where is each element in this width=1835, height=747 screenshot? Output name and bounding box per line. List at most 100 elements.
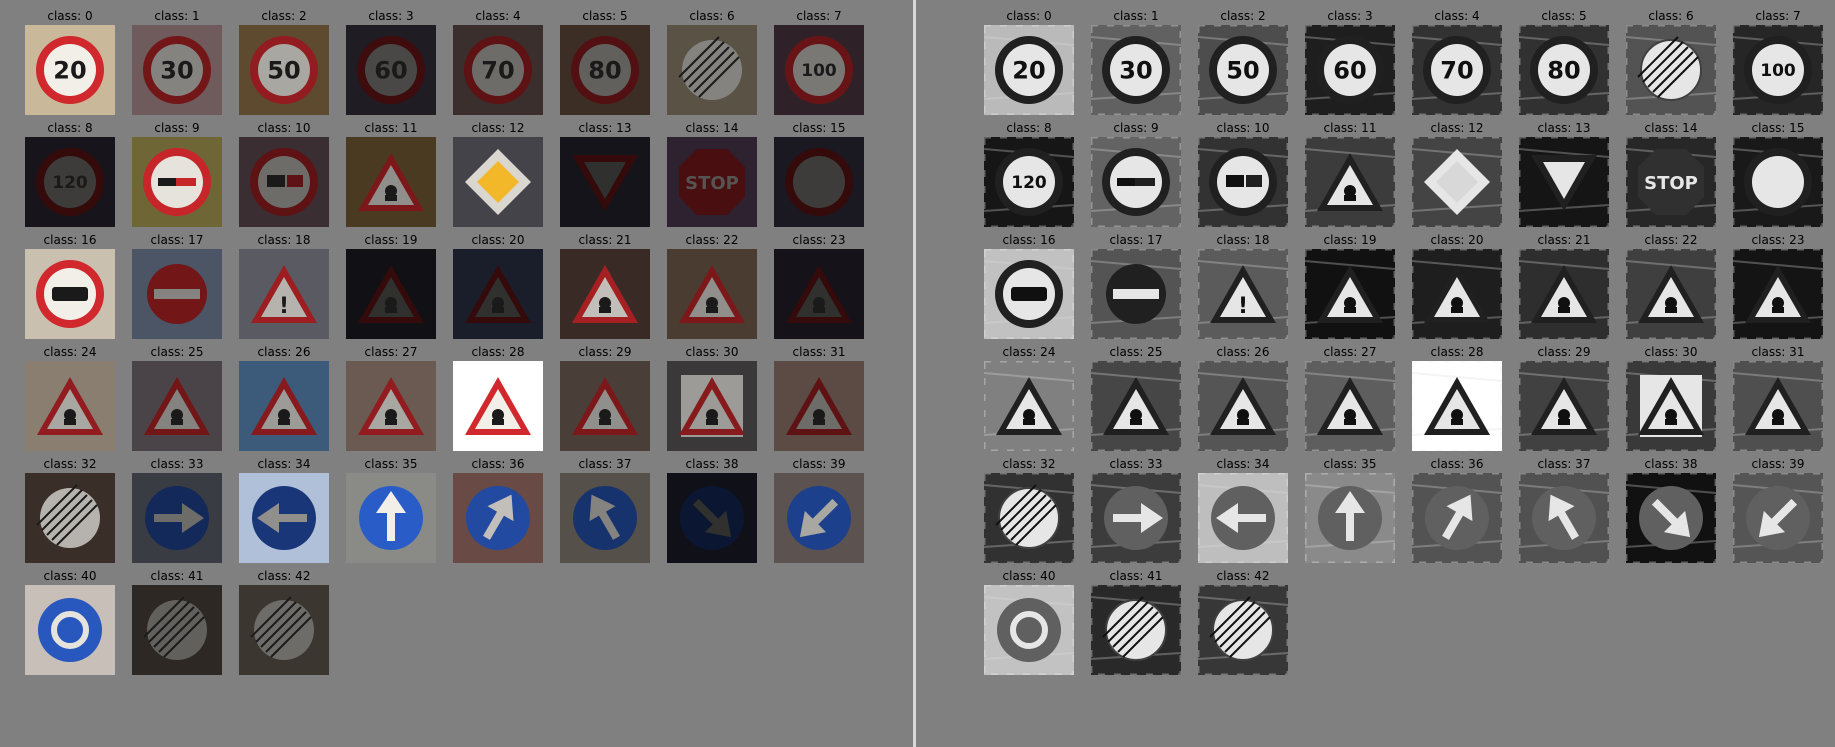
sample-cell: class: 25 xyxy=(1091,344,1181,452)
sample-cell: class: 14 STOP xyxy=(1626,120,1716,228)
class-caption: class: 36 xyxy=(1430,457,1484,471)
traffic-sign-image xyxy=(346,137,436,227)
traffic-sign-image xyxy=(132,585,222,675)
sample-cell: class: 16 xyxy=(984,232,1074,340)
sample-cell: class: 5 80 xyxy=(1519,8,1609,116)
svg-text:120: 120 xyxy=(52,173,88,193)
svg-text:80: 80 xyxy=(588,57,621,85)
traffic-sign-image xyxy=(1412,137,1502,227)
traffic-sign-image xyxy=(774,249,864,339)
sample-cell: class: 15 xyxy=(1733,120,1823,228)
traffic-sign-image xyxy=(667,249,757,339)
class-caption: class: 40 xyxy=(43,569,97,583)
svg-text:70: 70 xyxy=(1440,57,1473,85)
sample-cell: class: 22 xyxy=(667,232,757,340)
sample-cell: class: 35 xyxy=(1305,456,1395,564)
traffic-sign-image xyxy=(667,473,757,563)
class-caption: class: 7 xyxy=(796,9,842,23)
sample-cell: class: 7 100 xyxy=(1733,8,1823,116)
class-caption: class: 37 xyxy=(1537,457,1591,471)
sample-cell: class: 23 xyxy=(774,232,864,340)
sample-cell: class: 22 xyxy=(1626,232,1716,340)
sample-cell: class: 23 xyxy=(1733,232,1823,340)
sample-cell: class: 14 STOP xyxy=(667,120,757,228)
traffic-sign-image xyxy=(132,137,222,227)
class-caption: class: 5 xyxy=(1541,9,1587,23)
class-caption: class: 10 xyxy=(257,121,311,135)
sample-cell: class: 9 xyxy=(132,120,222,228)
traffic-sign-image xyxy=(132,473,222,563)
traffic-sign-image xyxy=(1412,249,1502,339)
sample-cell: class: 20 xyxy=(453,232,543,340)
sample-cell: class: 30 xyxy=(1626,344,1716,452)
traffic-sign-image xyxy=(984,361,1074,451)
sample-cell: class: 42 xyxy=(1198,568,1288,676)
sample-cell: class: 36 xyxy=(453,456,543,564)
sample-cell: class: 34 xyxy=(1198,456,1288,564)
class-caption: class: 10 xyxy=(1216,121,1270,135)
traffic-sign-image xyxy=(560,137,650,227)
sample-cell: class: 19 xyxy=(1305,232,1395,340)
class-caption: class: 40 xyxy=(1002,569,1056,583)
traffic-sign-image xyxy=(239,361,329,451)
class-caption: class: 16 xyxy=(43,233,97,247)
traffic-sign-image xyxy=(453,473,543,563)
class-caption: class: 23 xyxy=(792,233,846,247)
class-caption: class: 31 xyxy=(1751,345,1805,359)
sample-cell: class: 25 xyxy=(132,344,222,452)
sample-cell: class: 32 xyxy=(984,456,1074,564)
traffic-sign-image: 60 xyxy=(1305,25,1395,115)
traffic-sign-image xyxy=(1626,25,1716,115)
class-caption: class: 8 xyxy=(1006,121,1052,135)
traffic-sign-image xyxy=(1198,473,1288,563)
traffic-sign-image: STOP xyxy=(667,137,757,227)
sample-cell: class: 35 xyxy=(346,456,436,564)
class-caption: class: 4 xyxy=(1434,9,1480,23)
traffic-sign-image xyxy=(1198,361,1288,451)
traffic-sign-image xyxy=(1626,249,1716,339)
sample-cell: class: 6 xyxy=(667,8,757,116)
sample-cell: class: 41 xyxy=(132,568,222,676)
traffic-sign-image: 80 xyxy=(1519,25,1609,115)
svg-text:120: 120 xyxy=(1011,173,1047,193)
class-caption: class: 13 xyxy=(578,121,632,135)
sample-cell: class: 18! xyxy=(239,232,329,340)
traffic-sign-image xyxy=(1733,361,1823,451)
sample-cell: class: 1 30 xyxy=(132,8,222,116)
sample-cell: class: 8 120 xyxy=(25,120,115,228)
svg-text:!: ! xyxy=(279,294,289,319)
class-caption: class: 36 xyxy=(471,457,525,471)
class-caption: class: 20 xyxy=(1430,233,1484,247)
sample-cell: class: 27 xyxy=(1305,344,1395,452)
traffic-sign-image: ! xyxy=(1198,249,1288,339)
traffic-sign-image xyxy=(1519,249,1609,339)
traffic-sign-image xyxy=(560,473,650,563)
traffic-sign-image: 70 xyxy=(1412,25,1502,115)
class-caption: class: 41 xyxy=(150,569,204,583)
sample-cell: class: 3 60 xyxy=(1305,8,1395,116)
class-caption: class: 39 xyxy=(792,457,846,471)
class-caption: class: 14 xyxy=(1644,121,1698,135)
traffic-sign-image xyxy=(346,249,436,339)
sample-cell: class: 12 xyxy=(1412,120,1502,228)
sample-cell: class: 10 xyxy=(1198,120,1288,228)
traffic-sign-image xyxy=(453,249,543,339)
sample-cell: class: 0 20 xyxy=(25,8,115,116)
class-caption: class: 41 xyxy=(1109,569,1163,583)
sample-cell: class: 8 120 xyxy=(984,120,1074,228)
sample-cell: class: 16 xyxy=(25,232,115,340)
sample-cell: class: 2 50 xyxy=(239,8,329,116)
sample-cell: class: 37 xyxy=(1519,456,1609,564)
traffic-sign-image: 100 xyxy=(774,25,864,115)
traffic-sign-image xyxy=(560,361,650,451)
class-caption: class: 8 xyxy=(47,121,93,135)
class-caption: class: 20 xyxy=(471,233,525,247)
traffic-sign-image: 100 xyxy=(1733,25,1823,115)
traffic-sign-image xyxy=(346,473,436,563)
traffic-sign-image xyxy=(25,249,115,339)
class-caption: class: 21 xyxy=(1537,233,1591,247)
class-caption: class: 34 xyxy=(257,457,311,471)
class-caption: class: 5 xyxy=(582,9,628,23)
class-caption: class: 24 xyxy=(43,345,97,359)
traffic-sign-image xyxy=(239,473,329,563)
